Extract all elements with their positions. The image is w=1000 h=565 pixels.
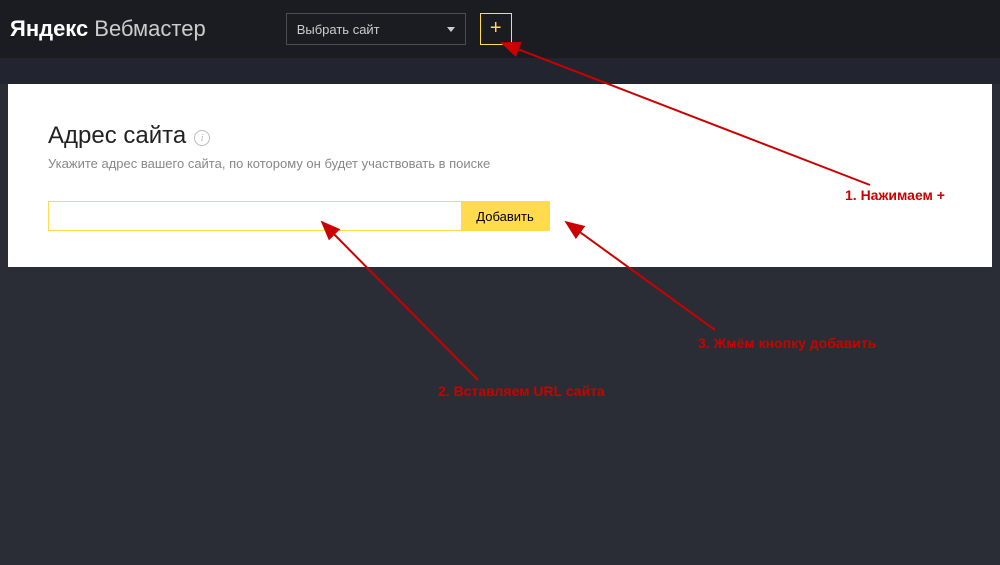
page-title: Адрес сайта <box>48 122 186 150</box>
logo-webmaster-text: Вебмастер <box>94 16 205 42</box>
url-input-row: Добавить <box>48 201 550 231</box>
annotation-step1: 1. Нажимаем + <box>845 187 945 203</box>
site-select-dropdown[interactable]: Выбрать сайт <box>286 13 466 45</box>
annotation-step3: 3. Жмём кнопку добавить <box>698 335 876 351</box>
url-input[interactable] <box>49 202 461 230</box>
annotation-step2: 2. Вставляем URL сайта <box>438 383 605 399</box>
logo-yandex-text: Яндекс <box>10 16 88 42</box>
page-subtitle: Укажите адрес вашего сайта, по которому … <box>48 156 952 171</box>
site-select-label: Выбрать сайт <box>297 22 380 37</box>
content-wrap: Адрес сайта i Укажите адрес вашего сайта… <box>0 84 1000 267</box>
subbar <box>0 58 1000 84</box>
content-panel: Адрес сайта i Укажите адрес вашего сайта… <box>8 84 992 267</box>
logo: Яндекс Вебмастер <box>10 16 206 42</box>
info-icon[interactable]: i <box>194 130 210 146</box>
topbar: Яндекс Вебмастер Выбрать сайт + <box>0 0 1000 58</box>
chevron-down-icon <box>447 27 455 32</box>
add-site-button[interactable]: + <box>480 13 512 45</box>
add-button[interactable]: Добавить <box>461 202 549 230</box>
page-title-row: Адрес сайта i <box>48 122 952 150</box>
